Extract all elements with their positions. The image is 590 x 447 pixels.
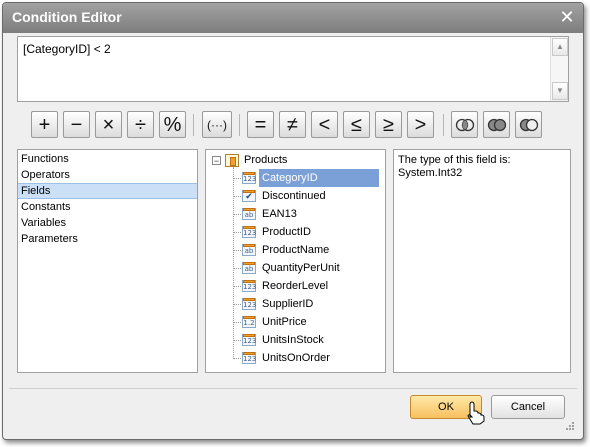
category-item-constants[interactable]: Constants [18, 199, 197, 215]
tree-guide-branch [233, 178, 241, 179]
and-operator-button[interactable] [451, 111, 478, 138]
fields-tree[interactable]: − Products 123 CategoryID ✔ Discontinued ab E… [205, 149, 386, 373]
condition-editor-dialog: Condition Editor ✕ [CategoryID] < 2 ▲ ▼ … [2, 2, 584, 440]
less-operator-button[interactable]: < [311, 111, 338, 138]
tree-guide-branch [233, 196, 241, 197]
string-field-icon: ab [242, 208, 256, 220]
expression-scrollbar[interactable]: ▲ ▼ [550, 37, 568, 101]
tree-field-unitsinstock[interactable]: UnitsInStock [259, 331, 324, 349]
greater-or-equal-operator-button[interactable]: ≥ [375, 111, 402, 138]
tree-field-productname[interactable]: ProductName [259, 241, 329, 259]
title-bar[interactable]: Condition Editor ✕ [3, 3, 583, 33]
expression-text[interactable]: [CategoryID] < 2 [23, 42, 111, 56]
category-item-functions[interactable]: Functions [18, 151, 197, 167]
not-equal-operator-button[interactable]: ≠ [279, 111, 306, 138]
multiply-operator-button[interactable]: × [95, 111, 122, 138]
operator-toolbar: + − × ÷ % (···) = ≠ < ≤ ≥ > [31, 111, 571, 141]
category-list[interactable]: Functions Operators Fields Constants Var… [17, 149, 198, 373]
plus-operator-button[interactable]: + [31, 111, 58, 138]
tree-field-categoryid[interactable]: CategoryID [259, 169, 379, 187]
tree-field-ean13[interactable]: EAN13 [259, 205, 297, 223]
modulo-operator-button[interactable]: % [159, 111, 186, 138]
tree-root-products[interactable]: Products [244, 151, 287, 169]
toolbar-separator [239, 114, 240, 136]
resize-grip-icon[interactable] [565, 421, 575, 431]
dialog-client-area: [CategoryID] < 2 ▲ ▼ + − × ÷ % (···) = ≠… [9, 33, 577, 433]
greater-operator-button[interactable]: > [407, 111, 434, 138]
tree-guide-branch [233, 304, 241, 305]
tree-field-reorderlevel[interactable]: ReorderLevel [259, 277, 328, 295]
toolbar-separator [193, 114, 194, 136]
table-icon [225, 154, 239, 167]
scroll-down-icon[interactable]: ▼ [552, 82, 568, 100]
integer-field-icon: 123 [242, 352, 256, 364]
tree-guide-branch [233, 250, 241, 251]
tree-field-discontinued[interactable]: Discontinued [259, 187, 326, 205]
tree-guide-branch [233, 268, 241, 269]
tree-field-unitsonorder[interactable]: UnitsOnOrder [259, 349, 330, 367]
integer-field-icon: 123 [242, 280, 256, 292]
minus-operator-button[interactable]: − [63, 111, 90, 138]
collapse-icon[interactable]: − [212, 156, 221, 166]
string-field-icon: ab [242, 262, 256, 274]
not-operator-button[interactable] [515, 111, 542, 138]
tree-guide-branch [233, 358, 241, 359]
tree-field-quantityperunit[interactable]: QuantityPerUnit [259, 259, 340, 277]
cancel-button[interactable]: Cancel [491, 395, 565, 419]
tree-guide-branch [233, 286, 241, 287]
or-operator-button[interactable] [483, 111, 510, 138]
category-item-parameters[interactable]: Parameters [18, 231, 197, 247]
and-venn-icon [455, 118, 474, 132]
integer-field-icon: 123 [242, 334, 256, 346]
category-item-operators[interactable]: Operators [18, 167, 197, 183]
toolbar-separator [443, 114, 444, 136]
or-venn-icon [487, 118, 506, 132]
equal-operator-button[interactable]: = [247, 111, 274, 138]
integer-field-icon: 123 [242, 298, 256, 310]
description-line-2: System.Int32 [398, 167, 463, 179]
tree-guide-branch [233, 214, 241, 215]
integer-field-icon: 123 [242, 226, 256, 238]
tree-guide-branch [233, 340, 241, 341]
boolean-field-icon: ✔ [242, 190, 256, 202]
scroll-up-icon[interactable]: ▲ [552, 38, 568, 56]
tree-field-productid[interactable]: ProductID [259, 223, 311, 241]
description-text: The type of this field is: System.Int32 [394, 150, 570, 184]
tree-field-supplierid[interactable]: SupplierID [259, 295, 313, 313]
brackets-operator-button[interactable]: (···) [202, 111, 232, 138]
decimal-field-icon: 1.2 [242, 316, 256, 328]
less-or-equal-operator-button[interactable]: ≤ [343, 111, 370, 138]
description-panel: The type of this field is: System.Int32 [393, 149, 571, 373]
not-venn-icon [519, 118, 538, 132]
description-line-1: The type of this field is: [398, 154, 511, 166]
integer-field-icon: 123 [242, 172, 256, 184]
string-field-icon: ab [242, 244, 256, 256]
hand-cursor-icon [467, 401, 485, 425]
tree-guide-branch [233, 322, 241, 323]
tree-field-unitprice[interactable]: UnitPrice [259, 313, 307, 331]
category-item-variables[interactable]: Variables [18, 215, 197, 231]
divide-operator-button[interactable]: ÷ [127, 111, 154, 138]
close-icon[interactable]: ✕ [557, 7, 577, 27]
category-item-fields[interactable]: Fields [18, 183, 197, 199]
tree-guide-branch [233, 232, 241, 233]
expression-editor[interactable]: [CategoryID] < 2 ▲ ▼ [17, 36, 569, 102]
dialog-title: Condition Editor [12, 9, 122, 25]
footer-divider [9, 388, 577, 389]
